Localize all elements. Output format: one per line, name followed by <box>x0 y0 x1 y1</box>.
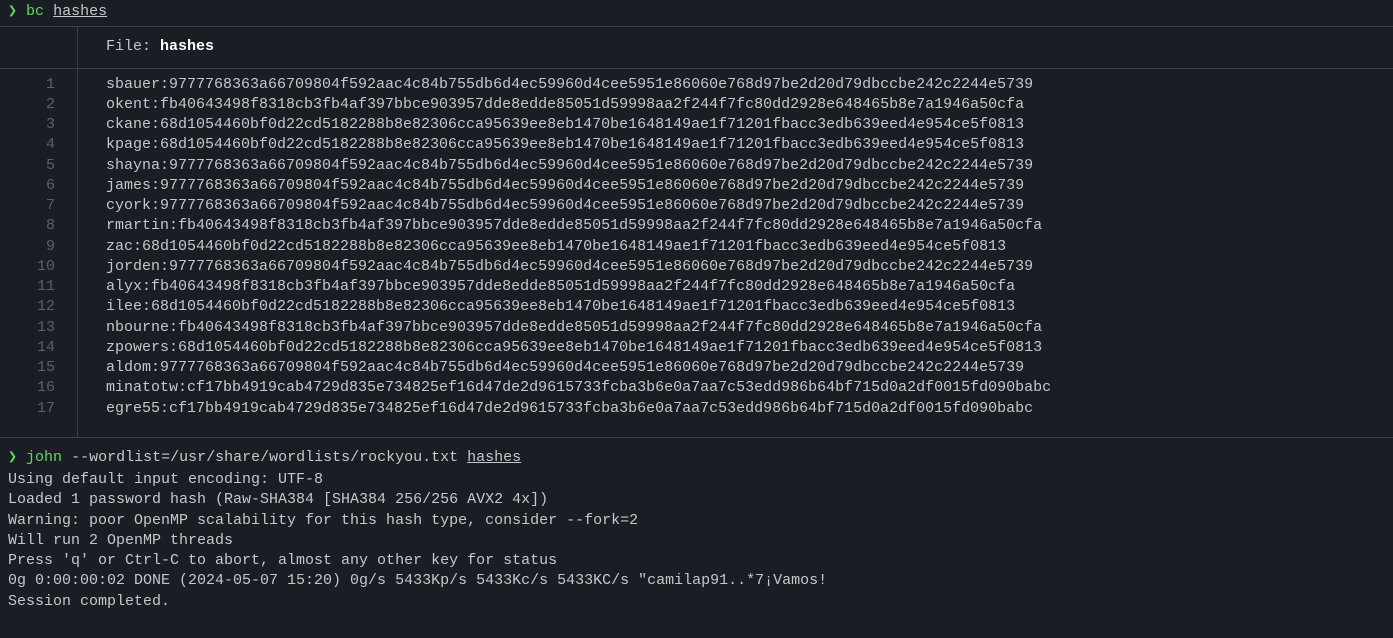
file-line: kpage:68d1054460bf0d22cd5182288b8e82306c… <box>106 135 1051 155</box>
command-flags: --wordlist=/usr/share/wordlists/rockyou.… <box>71 449 458 466</box>
terminal-output: Using default input encoding: UTF-8Loade… <box>0 470 1393 612</box>
command-arg: hashes <box>467 449 521 466</box>
line-number: 12 <box>0 297 55 317</box>
line-number: 4 <box>0 135 55 155</box>
command-name: john <box>26 449 62 466</box>
prompt-arrow-icon: ❯ <box>8 3 17 20</box>
line-number: 7 <box>0 196 55 216</box>
file-name: hashes <box>160 38 214 55</box>
file-line: jorden:9777768363a66709804f592aac4c84b75… <box>106 257 1051 277</box>
line-number: 1 <box>0 75 55 95</box>
file-line: sbauer:9777768363a66709804f592aac4c84b75… <box>106 75 1051 95</box>
file-body: 1234567891011121314151617 sbauer:9777768… <box>0 69 1393 437</box>
line-number: 17 <box>0 399 55 419</box>
file-line: nbourne:fb40643498f8318cb3fb4af397bbce90… <box>106 318 1051 338</box>
gutter-spacer <box>0 27 78 67</box>
output-line: Warning: poor OpenMP scalability for thi… <box>8 511 1385 531</box>
line-number: 8 <box>0 216 55 236</box>
file-line: egre55:cf17bb4919cab4729d835e734825ef16d… <box>106 399 1051 419</box>
line-number: 5 <box>0 156 55 176</box>
line-number: 6 <box>0 176 55 196</box>
file-line: aldom:9777768363a66709804f592aac4c84b755… <box>106 358 1051 378</box>
file-line: okent:fb40643498f8318cb3fb4af397bbce9039… <box>106 95 1051 115</box>
output-line: Press 'q' or Ctrl-C to abort, almost any… <box>8 551 1385 571</box>
file-content[interactable]: sbauer:9777768363a66709804f592aac4c84b75… <box>78 69 1051 437</box>
line-number: 2 <box>0 95 55 115</box>
line-number: 3 <box>0 115 55 135</box>
file-line: ilee:68d1054460bf0d22cd5182288b8e82306cc… <box>106 297 1051 317</box>
output-line: Session completed. <box>8 592 1385 612</box>
output-line: Using default input encoding: UTF-8 <box>8 470 1385 490</box>
line-number: 16 <box>0 378 55 398</box>
file-line: minatotw:cf17bb4919cab4729d835e734825ef1… <box>106 378 1051 398</box>
file-line: cyork:9777768363a66709804f592aac4c84b755… <box>106 196 1051 216</box>
line-number: 15 <box>0 358 55 378</box>
file-line: james:9777768363a66709804f592aac4c84b755… <box>106 176 1051 196</box>
file-line: zac:68d1054460bf0d22cd5182288b8e82306cca… <box>106 237 1051 257</box>
command-name: bc <box>26 3 44 20</box>
line-number: 10 <box>0 257 55 277</box>
output-line: 0g 0:00:00:02 DONE (2024-05-07 15:20) 0g… <box>8 571 1385 591</box>
file-line: rmartin:fb40643498f8318cb3fb4af397bbce90… <box>106 216 1051 236</box>
file-header: File: hashes <box>0 27 1393 68</box>
file-line: ckane:68d1054460bf0d22cd5182288b8e82306c… <box>106 115 1051 135</box>
line-number: 13 <box>0 318 55 338</box>
prompt-arrow-icon: ❯ <box>8 449 17 466</box>
file-title: File: hashes <box>78 27 214 67</box>
line-number: 9 <box>0 237 55 257</box>
line-number: 11 <box>0 277 55 297</box>
file-label: File: <box>106 38 160 55</box>
file-line: alyx:fb40643498f8318cb3fb4af397bbce90395… <box>106 277 1051 297</box>
terminal-prompt-1[interactable]: ❯ bc hashes <box>0 0 1393 26</box>
line-number-gutter: 1234567891011121314151617 <box>0 69 78 437</box>
file-line: zpowers:68d1054460bf0d22cd5182288b8e8230… <box>106 338 1051 358</box>
file-line: shayna:9777768363a66709804f592aac4c84b75… <box>106 156 1051 176</box>
terminal-prompt-2[interactable]: ❯ john --wordlist=/usr/share/wordlists/r… <box>0 438 1393 470</box>
output-line: Will run 2 OpenMP threads <box>8 531 1385 551</box>
file-viewer: File: hashes 1234567891011121314151617 s… <box>0 26 1393 438</box>
command-arg: hashes <box>53 3 107 20</box>
output-line: Loaded 1 password hash (Raw-SHA384 [SHA3… <box>8 490 1385 510</box>
line-number: 14 <box>0 338 55 358</box>
